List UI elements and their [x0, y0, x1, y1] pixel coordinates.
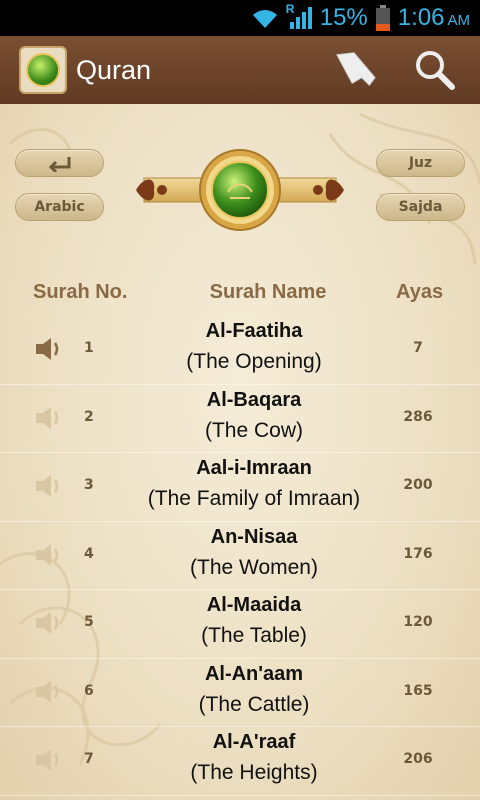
surah-number: 5	[84, 614, 94, 630]
status-bar: R 15% 1:06 AM	[0, 0, 480, 36]
surah-name: Al-An'aam	[204, 662, 304, 685]
surah-translation: (The Table)	[201, 624, 307, 647]
surah-number: 1	[84, 340, 94, 356]
bookmark-icon[interactable]	[333, 48, 377, 92]
surah-row[interactable]: 1 Al-Faatiha (The Opening) 7	[0, 316, 480, 385]
clock-time: 1:06	[397, 4, 445, 31]
surah-ayas: 200	[403, 477, 433, 493]
arabic-button[interactable]: Arabic	[15, 193, 104, 221]
surah-name: An-Nisaa	[210, 525, 298, 548]
sajda-button[interactable]: Sajda	[376, 193, 465, 221]
surah-row[interactable]: 7 Al-A'raaf (The Heights) 206	[0, 727, 480, 796]
clock-ampm: AM	[447, 11, 471, 29]
speaker-icon[interactable]	[34, 336, 64, 362]
surah-translation: (The Opening)	[186, 350, 322, 373]
speaker-icon[interactable]	[34, 747, 64, 773]
surah-ayas: 120	[403, 614, 433, 630]
surah-translation: (The Women)	[190, 555, 318, 579]
speaker-icon[interactable]	[34, 473, 64, 499]
surah-number: 4	[84, 545, 94, 562]
surah-translation: (The Cattle)	[198, 692, 310, 716]
surah-translation: (The Family of Imraan)	[147, 487, 361, 510]
surah-ayas: 165	[403, 682, 433, 699]
main-content: Arabic Juz Sajda Surah No. Surah Name Ay…	[0, 104, 480, 800]
surah-name: Aal-i-Imraan	[196, 457, 312, 479]
battery-icon	[375, 5, 390, 31]
wifi-icon	[250, 7, 280, 29]
surah-list: 1 Al-Faatiha (The Opening) 7 2 Al-Baqara (The …	[0, 316, 480, 796]
surah-translation: (The Cow)	[204, 418, 304, 442]
speaker-icon[interactable]	[34, 610, 64, 636]
header-ayas: Ayas	[396, 281, 444, 303]
back-arrow-icon	[48, 157, 70, 172]
back-button[interactable]	[15, 149, 104, 177]
surah-row[interactable]: 6 Al-An'aam (The Cattle) 165	[0, 659, 480, 727]
clock: 1:06 AM	[398, 4, 470, 32]
juz-button[interactable]: Juz	[376, 149, 465, 177]
surah-number: 3	[84, 477, 94, 493]
app-title: Quran	[76, 54, 152, 85]
surah-number: 2	[84, 408, 94, 425]
surah-ayas: 206	[403, 751, 433, 767]
surah-ayas: 286	[403, 408, 433, 425]
quran-emblem-banner	[136, 149, 344, 231]
surah-ayas: 176	[403, 545, 433, 562]
surah-name: Al-A'raaf	[212, 731, 296, 753]
roaming-label: R	[285, 2, 295, 16]
surah-name: Al-Baqara	[206, 388, 302, 411]
logo-orb-icon	[26, 53, 60, 87]
speaker-icon[interactable]	[34, 679, 64, 705]
table-header: Surah No. Surah Name Ayas	[0, 279, 480, 309]
surah-row[interactable]: 4 An-Nisaa (The Women) 176	[0, 522, 480, 590]
surah-ayas: 7	[413, 340, 423, 356]
speaker-icon[interactable]	[34, 405, 64, 431]
speaker-icon[interactable]	[34, 542, 64, 568]
search-icon[interactable]	[412, 48, 456, 92]
surah-translation: (The Heights)	[190, 761, 318, 784]
surah-number: 6	[84, 682, 94, 699]
surah-row[interactable]: 5 Al-Maaida (The Table) 120	[0, 590, 480, 659]
surah-row[interactable]: 3 Aal-i-Imraan (The Family of Imraan) 200	[0, 453, 480, 522]
action-bar: Quran	[0, 36, 480, 104]
surah-number: 7	[84, 751, 94, 767]
signal-icon: R	[286, 2, 312, 30]
surah-name: Al-Faatiha	[205, 320, 303, 342]
app-logo[interactable]	[19, 46, 67, 94]
battery-percent: 15%	[319, 4, 368, 31]
surah-name: Al-Maaida	[206, 594, 302, 616]
surah-row[interactable]: 2 Al-Baqara (The Cow) 286	[0, 385, 480, 453]
